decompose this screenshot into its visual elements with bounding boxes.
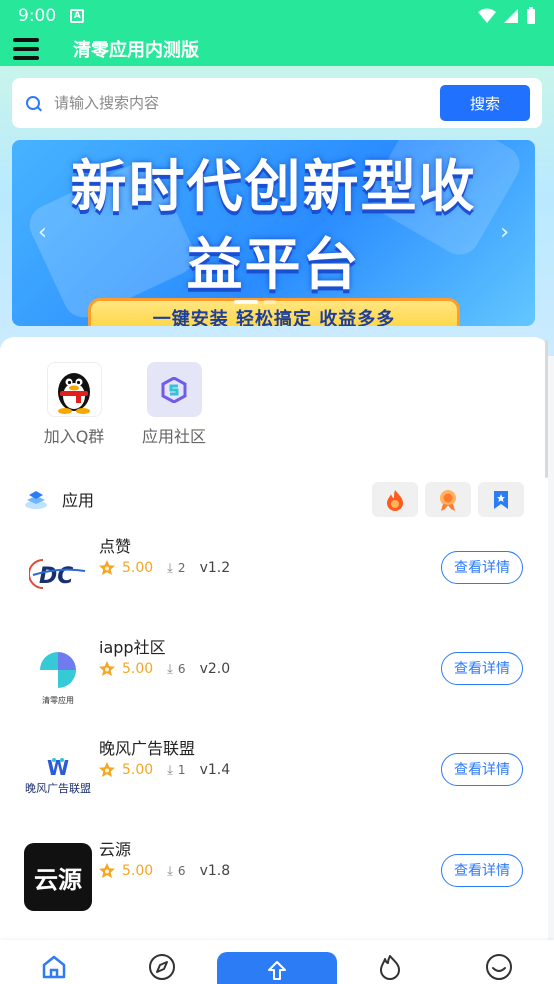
qingling-logo: 清零应用 — [24, 641, 92, 709]
download-icon: ⤓ — [167, 661, 173, 677]
section-title: 应用 — [62, 491, 95, 510]
view-details-button[interactable]: 查看详情 — [441, 753, 523, 786]
battery-icon — [527, 7, 535, 24]
hot-fire-icon[interactable] — [372, 482, 418, 517]
app-meta: 5.00 ⤓ 6 v1.8 — [98, 862, 230, 880]
app-name: 晚风广告联盟 — [99, 739, 196, 758]
status-time: 9:00 — [18, 6, 57, 26]
bookmark-star-icon[interactable] — [478, 482, 524, 517]
app-name: 云源 — [99, 840, 132, 859]
notification-a-icon: A — [70, 9, 85, 23]
app-stack-icon — [25, 491, 47, 509]
banner-headline-1: 新时代创新型收 — [70, 155, 477, 220]
quick-link-label: 加入Q群 — [43, 427, 105, 446]
download-count: ⤓ 6 — [167, 661, 186, 677]
main-content: 加入Q群 应用社区 应用 DC 点赞 5.00 ⤓ 2 v1.2 查看详情 清零… — [0, 337, 548, 947]
scrollbar[interactable] — [545, 340, 548, 478]
banner-prev-icon[interactable]: ‹ — [38, 220, 47, 245]
upload-button[interactable] — [217, 952, 337, 984]
search-icon — [26, 96, 40, 110]
app-meta: 5.00 ⤓ 1 v1.4 — [98, 761, 230, 779]
app-meta: 5.00 ⤓ 6 v2.0 — [98, 660, 230, 678]
status-icons — [478, 7, 536, 25]
app-name: 点赞 — [99, 537, 132, 556]
download-count: ⤓ 1 — [167, 762, 186, 778]
app-rating: 5.00 — [122, 560, 154, 576]
banner-next-icon[interactable]: › — [500, 220, 509, 245]
banner-headline-2: 益平台 — [186, 233, 361, 298]
app-list-item[interactable]: 清零应用 iapp社区 5.00 ⤓ 6 v2.0 查看详情 — [0, 638, 548, 731]
banner-indicator — [264, 300, 276, 304]
hamburger-menu-icon[interactable] — [13, 38, 39, 60]
app-rating: 5.00 — [122, 863, 154, 879]
search-bar: 搜索 — [12, 78, 542, 128]
app-name: iapp社区 — [99, 638, 166, 657]
section-filter-tabs — [372, 482, 524, 517]
join-qq-group[interactable]: 加入Q群 — [34, 362, 114, 447]
fire-icon[interactable] — [375, 952, 405, 982]
qq-penguin-icon — [46, 362, 102, 417]
app-rating: 5.00 — [122, 762, 154, 778]
download-count: ⤓ 6 — [167, 863, 186, 879]
app-title: 清零应用内测版 — [73, 40, 199, 61]
wanfeng-logo: W 晚风广告联盟 — [24, 742, 92, 810]
rating-star-icon — [99, 762, 115, 777]
app-version: v1.4 — [199, 762, 231, 778]
search-input[interactable] — [54, 94, 414, 112]
svg-text:清零应用: 清零应用 — [42, 695, 74, 705]
promo-banner[interactable]: 新时代创新型收 益平台 一键安装 轻松搞定 收益多多 ‹ › — [12, 140, 535, 326]
download-icon: ⤓ — [167, 762, 173, 778]
view-details-button[interactable]: 查看详情 — [441, 652, 523, 685]
svg-text:晚风广告联盟: 晚风广告联盟 — [25, 782, 91, 795]
download-icon: ⤓ — [167, 863, 173, 879]
banner-indicator — [234, 300, 258, 304]
status-bar: 9:00 A — [0, 0, 554, 32]
app-list-item[interactable]: DC 点赞 5.00 ⤓ 2 v1.2 查看详情 — [0, 537, 548, 630]
app-community[interactable]: 应用社区 — [134, 362, 214, 447]
svg-text:DC: DC — [39, 564, 73, 589]
community-logo-icon — [146, 362, 202, 417]
dc-logo: DC — [24, 540, 92, 608]
app-list-item[interactable]: 云源 云源 5.00 ⤓ 6 v1.8 查看详情 — [0, 840, 548, 933]
app-version: v2.0 — [199, 661, 231, 677]
bottom-nav — [0, 940, 554, 984]
rating-star-icon — [99, 863, 115, 878]
wifi-icon — [478, 8, 496, 23]
app-version: v1.2 — [199, 560, 231, 576]
home-icon[interactable] — [39, 952, 69, 982]
view-details-button[interactable]: 查看详情 — [441, 854, 523, 887]
navigate-icon[interactable] — [147, 952, 177, 982]
view-details-button[interactable]: 查看详情 — [441, 551, 523, 584]
rating-star-icon — [99, 661, 115, 676]
upload-icon — [268, 961, 286, 980]
award-medal-icon[interactable] — [425, 482, 471, 517]
section-header: 应用 — [24, 487, 94, 511]
download-count: ⤓ 2 — [167, 560, 186, 576]
yunyuan-logo: 云源 — [24, 843, 92, 911]
signal-icon — [504, 9, 518, 23]
app-version: v1.8 — [199, 863, 231, 879]
search-button[interactable]: 搜索 — [440, 85, 530, 121]
quick-link-label: 应用社区 — [141, 427, 206, 446]
title-bar: 清零应用内测版 — [0, 32, 554, 66]
svg-text:W: W — [47, 756, 69, 780]
app-meta: 5.00 ⤓ 2 v1.2 — [98, 559, 230, 577]
download-icon: ⤓ — [167, 560, 173, 576]
app-list-item[interactable]: W 晚风广告联盟 晚风广告联盟 5.00 ⤓ 1 v1.4 查看详情 — [0, 739, 548, 832]
smile-icon[interactable] — [484, 952, 514, 982]
app-rating: 5.00 — [122, 661, 154, 677]
rating-star-icon — [99, 560, 115, 575]
